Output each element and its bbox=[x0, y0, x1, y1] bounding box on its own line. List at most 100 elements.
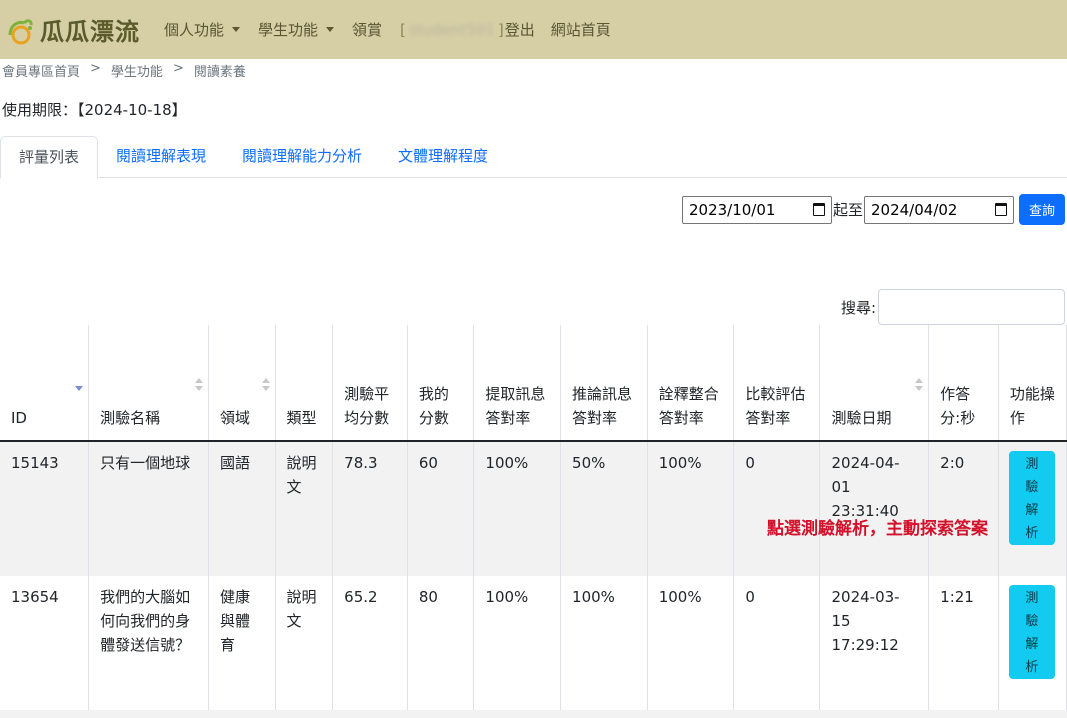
cell-test-name: 我們的大腦如何向我們的身體發送信號？ bbox=[88, 576, 210, 710]
cell-actions: 測驗解析 bbox=[998, 441, 1067, 576]
col-header-label: 類型 bbox=[286, 409, 317, 427]
col-header-label: ID bbox=[11, 409, 27, 427]
search-label: 搜尋: bbox=[840, 298, 876, 317]
cell-type: 說明文 bbox=[275, 576, 334, 710]
breadcrumb-reading-literacy: 閱讀素養 bbox=[193, 65, 246, 80]
col-header-test-name[interactable]: 測驗名稱 bbox=[88, 325, 210, 442]
cell-id: 15143 bbox=[0, 441, 90, 576]
cell-avg-score: 78.3 bbox=[332, 441, 408, 576]
table-search: 搜尋: bbox=[841, 289, 1065, 325]
test-analysis-button[interactable]: 測驗解析 bbox=[1008, 451, 1055, 545]
cell-retrieve-rate: 100% bbox=[473, 576, 562, 710]
start-date-input[interactable]: 2023/10/01 bbox=[681, 195, 832, 224]
search-input[interactable] bbox=[878, 289, 1065, 325]
date-filter: 2023/10/01 起至 2024/04/02 查詢 bbox=[681, 194, 1065, 225]
melon-logo-icon bbox=[8, 18, 33, 44]
nav-personal-functions[interactable]: 個人功能 bbox=[164, 19, 241, 40]
cell-domain: 健康與體育 bbox=[208, 576, 276, 710]
start-date-value: 2023/10/01 bbox=[688, 200, 776, 219]
cell-domain: 國語 bbox=[208, 441, 276, 576]
cell-avg-score: 65.2 bbox=[332, 576, 408, 710]
col-header-label: 領域 bbox=[220, 409, 251, 427]
col-header-label: 詮釋整合答對率 bbox=[658, 385, 719, 427]
end-date-value: 2024/04/02 bbox=[871, 200, 958, 219]
cell-type: 說明文 bbox=[275, 441, 334, 576]
col-header-evaluate-rate: 比較評估答對率 bbox=[733, 325, 821, 442]
col-header-label: 比較評估答對率 bbox=[745, 385, 806, 427]
nav-menu: 個人功能 學生功能 領賞 [ student501 ] 登出 網站首頁 bbox=[164, 19, 629, 40]
col-header-interpret-rate: 詮釋整合答對率 bbox=[647, 325, 735, 442]
nav-student-functions[interactable]: 學生功能 bbox=[258, 19, 335, 40]
end-date-input[interactable]: 2024/04/02 bbox=[864, 195, 1014, 224]
cell-actions: 測驗解析 bbox=[998, 576, 1067, 710]
callout-annotation: 點選測驗解析，主動探索答案 bbox=[767, 519, 988, 539]
expiry-date-text: 使用期限：【2024-10-18】 bbox=[2, 101, 187, 119]
tab-genre-understanding[interactable]: 文體理解程度 bbox=[380, 136, 506, 178]
col-header-answer-time: 作答分:秒 bbox=[928, 325, 999, 442]
test-analysis-label: 測驗解析 bbox=[1025, 591, 1039, 675]
user-info: [ student501 ] 登出 bbox=[400, 19, 535, 40]
cell-interpret-rate: 100% bbox=[647, 576, 735, 710]
col-header-type: 類型 bbox=[275, 325, 334, 442]
top-navbar: 瓜瓜漂流 個人功能 學生功能 領賞 [ student501 ] 登出 網站首頁 bbox=[0, 0, 1067, 59]
cell-interpret-rate: 100% bbox=[647, 441, 735, 576]
test-analysis-button[interactable]: 測驗解析 bbox=[1008, 585, 1055, 679]
cell-test-date: 2024-03-15 17:29:12 bbox=[819, 576, 930, 710]
col-header-id[interactable]: ID bbox=[0, 325, 90, 442]
user-bracket-close: ] bbox=[497, 20, 504, 39]
table-row: 13654 我們的大腦如何向我們的身體發送信號？ 健康與體育 說明文 65.2 … bbox=[0, 576, 1067, 710]
site-logo[interactable]: 瓜瓜漂流 bbox=[4, 0, 140, 59]
cell-evaluate-rate: 0 bbox=[733, 576, 821, 710]
col-header-label: 我的分數 bbox=[418, 385, 449, 427]
user-bracket-open: [ bbox=[400, 20, 406, 39]
tab-assessment-list[interactable]: 評量列表 bbox=[0, 136, 99, 179]
nav-home-link[interactable]: 網站首頁 bbox=[551, 19, 611, 40]
col-header-test-date[interactable]: 測驗日期 bbox=[819, 325, 930, 442]
calendar-icon[interactable] bbox=[812, 203, 825, 216]
breadcrumb-member-home[interactable]: 會員專區首頁 bbox=[2, 61, 80, 80]
col-header-my-score: 我的分數 bbox=[407, 325, 475, 442]
nav-rewards[interactable]: 領賞 bbox=[352, 19, 382, 40]
sort-icon bbox=[261, 378, 270, 392]
col-header-label: 功能操作 bbox=[1009, 385, 1055, 427]
tab-reading-performance[interactable]: 閱讀理解表現 bbox=[98, 136, 224, 178]
tab-reading-ability-analysis[interactable]: 閱讀理解能力分析 bbox=[224, 136, 380, 178]
query-button[interactable]: 查詢 bbox=[1019, 194, 1065, 225]
tab-bar: 評量列表 閱讀理解表現 閱讀理解能力分析 文體理解程度 bbox=[0, 136, 1067, 179]
col-header-label: 測驗平均分數 bbox=[344, 385, 390, 427]
chevron-down-icon bbox=[232, 27, 241, 32]
nav-student-label: 學生功能 bbox=[258, 21, 319, 39]
cell-retrieve-rate: 100% bbox=[473, 441, 562, 576]
sort-desc-icon bbox=[75, 378, 84, 392]
table-row: 15143 只有一個地球 國語 說明文 78.3 60 100% 50% 100… bbox=[0, 441, 1067, 576]
calendar-icon[interactable] bbox=[995, 203, 1007, 216]
cell-my-score: 60 bbox=[407, 441, 475, 576]
cell-my-score: 80 bbox=[407, 576, 475, 710]
table-header-row: ID 測驗名稱 領域 類型 測驗平均分數 我的分數 提取訊息答對率 推論訊息答對… bbox=[0, 325, 1067, 442]
col-header-label: 提取訊息答對率 bbox=[485, 385, 546, 427]
brand-name: 瓜瓜漂流 bbox=[40, 18, 140, 46]
user-name: student501 bbox=[408, 20, 495, 39]
date-range-separator: 起至 bbox=[832, 201, 863, 219]
breadcrumb-separator: > bbox=[172, 61, 184, 76]
test-analysis-label: 測驗解析 bbox=[1025, 457, 1039, 541]
col-header-retrieve-rate: 提取訊息答對率 bbox=[473, 325, 562, 442]
col-header-actions: 功能操作 bbox=[998, 325, 1067, 442]
cell-id: 13654 bbox=[0, 576, 90, 710]
nav-personal-label: 個人功能 bbox=[164, 21, 225, 39]
cell-test-name: 只有一個地球 bbox=[88, 441, 210, 576]
col-header-infer-rate: 推論訊息答對率 bbox=[560, 325, 648, 442]
col-header-domain[interactable]: 領域 bbox=[208, 325, 276, 442]
cell-infer-rate: 50% bbox=[560, 441, 648, 576]
breadcrumb: 會員專區首頁 > 學生功能 > 閱讀素養 bbox=[2, 61, 246, 80]
cell-test-date: 2024-04-01 23:31:40 bbox=[819, 441, 930, 576]
col-header-label: 作答分:秒 bbox=[940, 385, 976, 427]
cell-answer-time: 1:21 bbox=[928, 576, 999, 710]
chevron-down-icon bbox=[326, 27, 335, 32]
logout-link[interactable]: 登出 bbox=[505, 19, 535, 40]
sort-icon bbox=[195, 378, 204, 392]
breadcrumb-student-functions[interactable]: 學生功能 bbox=[111, 61, 163, 80]
sort-icon bbox=[915, 378, 924, 392]
table-row-partial bbox=[0, 710, 1067, 718]
nav-home-label: 網站首頁 bbox=[550, 21, 611, 39]
